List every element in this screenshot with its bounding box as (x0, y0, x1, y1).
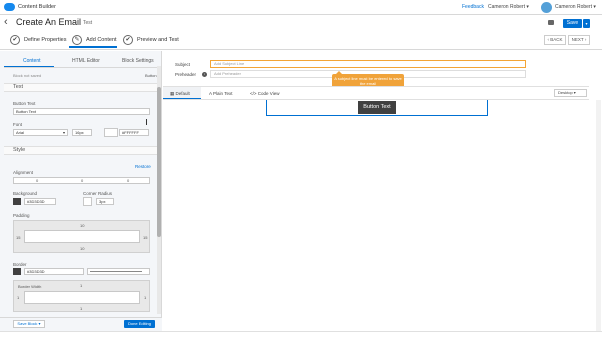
user-menu[interactable]: Cameron Robert ▾ (488, 4, 529, 10)
save-options-caret-icon[interactable]: ▾ (583, 19, 590, 28)
back-arrow-icon[interactable]: ‹ (4, 17, 8, 28)
align-right-value: 0 (127, 178, 130, 183)
padding-left-input[interactable]: 15 (16, 235, 20, 240)
border-width-bottom-input[interactable]: 1 (80, 306, 82, 311)
preheader-label: Preheader (175, 72, 197, 77)
pencil-icon: ✎ (72, 35, 82, 45)
padding-inner-box (24, 230, 140, 243)
border-label: Border (13, 262, 27, 267)
email-name: Test (83, 20, 93, 26)
tab-plain-text-label: Plain Text (213, 91, 233, 96)
corner-radius-icon (83, 197, 92, 206)
subject-input[interactable]: Add Subject Line (210, 60, 526, 68)
tab-divider (4, 67, 157, 68)
font-size-input[interactable]: 16px (72, 129, 92, 136)
font-color-swatch[interactable] (104, 128, 118, 137)
salesforce-cloud-logo (4, 3, 15, 11)
active-view-indicator (163, 98, 201, 99)
background-label: Background (13, 191, 38, 196)
feedback-link[interactable]: Feedback (462, 4, 484, 10)
button-text-input[interactable]: Button Text (13, 108, 150, 115)
subject-label: Subject (175, 62, 191, 67)
border-color-swatch[interactable] (13, 268, 21, 275)
app-name: Content Builder (18, 4, 56, 10)
section-text[interactable]: Text (4, 83, 157, 92)
alignment-control[interactable]: 0 0 0 (13, 177, 150, 184)
block-type: Button (145, 73, 157, 78)
check-icon: ✔ (123, 35, 133, 45)
font-value: Arial (16, 130, 25, 135)
padding-right-input[interactable]: 15 (143, 235, 147, 240)
user-account-menu[interactable]: Cameron Robert ▾ (555, 4, 596, 10)
avatar[interactable] (541, 2, 552, 13)
tab-default-view[interactable]: ▦ Default (170, 91, 190, 97)
corner-radius-input[interactable]: 3px (96, 198, 114, 205)
step-label: Define Properties (24, 37, 67, 43)
step-label: Add Content (86, 37, 117, 43)
button-text-label: Button Text (13, 101, 36, 106)
tab-default-label: Default (175, 91, 190, 96)
corner-radius-label: Corner Radius (83, 191, 113, 196)
padding-bottom-input[interactable]: 10 (80, 246, 84, 251)
background-color-input[interactable]: #3D3D3D (24, 198, 56, 205)
tab-code-view-label: Code View (257, 91, 280, 96)
align-center-value: 0 (81, 178, 84, 183)
restore-link[interactable]: Restore (135, 164, 151, 169)
check-icon: ✔ (10, 35, 20, 45)
panel-scrollbar-thumb[interactable] (157, 87, 161, 237)
border-style-preview (90, 271, 142, 272)
border-width-right-input[interactable]: 1 (144, 295, 146, 300)
padding-top-input[interactable]: 10 (80, 223, 84, 228)
font-label: Font (13, 122, 23, 127)
device-select[interactable]: Desktop ▾ (554, 89, 587, 97)
tag-icon[interactable] (548, 20, 554, 25)
canvas-scrollbar[interactable] (596, 100, 601, 332)
font-select[interactable]: Arial ▾ (13, 129, 68, 136)
align-left-value: 0 (36, 178, 39, 183)
tab-plain-text[interactable]: A Plain Text (209, 91, 232, 96)
background-color-swatch[interactable] (13, 198, 21, 205)
info-icon[interactable]: i (202, 72, 207, 77)
bottom-edge (0, 331, 602, 339)
text-cursor-icon (146, 119, 150, 125)
save-button[interactable]: Save (563, 19, 582, 28)
tab-code-view[interactable]: </> Code View (250, 91, 279, 96)
border-width-left-input[interactable]: 1 (17, 295, 19, 300)
active-step-indicator (69, 46, 117, 48)
email-button-preview[interactable]: Button Text (358, 101, 396, 114)
border-color-input[interactable]: #3D3D3D (24, 268, 84, 275)
padding-label: Padding (13, 213, 30, 218)
tab-content[interactable]: Content (23, 58, 41, 64)
border-width-label: Border Width (18, 284, 42, 289)
alignment-label: Alignment (13, 170, 34, 175)
tab-block-settings[interactable]: Block Settings (122, 58, 154, 64)
save-block-button[interactable]: Save Block ▾ (13, 320, 45, 328)
active-tab-indicator (4, 66, 54, 67)
page-title: Create An Email (16, 17, 82, 27)
next-button[interactable]: NEXT › (568, 35, 590, 45)
section-style[interactable]: Style (4, 146, 157, 155)
email-canvas (163, 100, 592, 332)
border-width-inner-box (24, 291, 140, 304)
font-color-input[interactable]: #FFFFFF (119, 129, 149, 136)
step-label: Preview and Test (137, 37, 179, 43)
block-name: Block not saved (13, 73, 42, 78)
border-width-top-input[interactable]: 1 (80, 283, 82, 288)
chevron-down-icon: ▾ (62, 130, 65, 135)
done-editing-button[interactable]: Done Editing (124, 320, 155, 328)
tab-html-editor[interactable]: HTML Editor (72, 58, 100, 64)
back-button[interactable]: ‹ BACK (544, 35, 566, 45)
